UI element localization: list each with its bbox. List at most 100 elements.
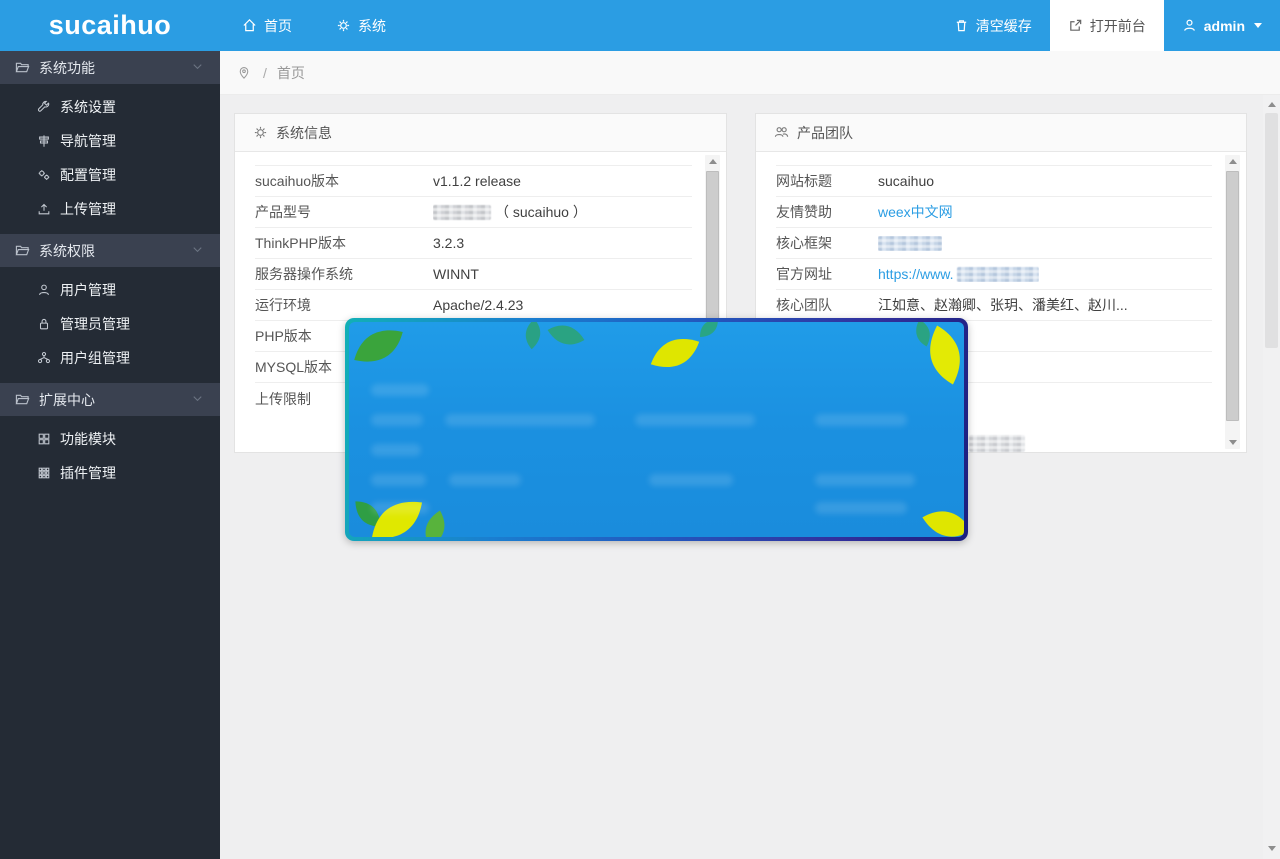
chevron-down-icon	[190, 391, 205, 409]
redacted-value	[957, 267, 1039, 282]
sidebar-group-extension-center: 功能模块 插件管理	[0, 416, 220, 498]
chevron-down-icon	[190, 59, 205, 77]
scroll-down-arrow[interactable]	[1263, 841, 1280, 856]
official-site-link[interactable]: https://www.	[878, 266, 1039, 282]
table-row: sucaihuo版本 v1.1.2 release	[255, 166, 692, 197]
blurred-content-blob	[815, 474, 915, 486]
sidebar-item-config-management[interactable]: 配置管理	[0, 158, 220, 192]
table-row: 官方网址 https://www.	[776, 259, 1212, 290]
blurred-popup-overlay[interactable]	[345, 318, 968, 541]
sidebar-item-nav-management[interactable]: 导航管理	[0, 124, 220, 158]
topbar: sucaihuo 首页 系统 清空缓存 打开前台 admin	[0, 0, 1280, 51]
sidebar-section-system-permissions[interactable]: 系统权限	[0, 234, 220, 267]
clear-cache-button[interactable]: 清空缓存	[936, 0, 1050, 51]
page-scrollbar[interactable]	[1263, 95, 1280, 859]
blurred-content-blob	[635, 414, 755, 426]
sponsor-link[interactable]: weex中文网	[878, 202, 953, 222]
folder-icon	[15, 243, 30, 258]
row-value: v1.1.2 release	[433, 173, 521, 189]
sidebar-item-label: 用户组管理	[60, 348, 130, 368]
scroll-up-arrow[interactable]	[705, 155, 720, 168]
sidebar-item-usergroup-management[interactable]: 用户组管理	[0, 341, 220, 375]
sidebar-section-label: 系统权限	[39, 241, 95, 261]
scroll-up-arrow[interactable]	[1263, 97, 1280, 112]
trash-icon	[954, 18, 969, 33]
sidebar-item-label: 导航管理	[60, 131, 116, 151]
blurred-content-blob	[445, 414, 595, 426]
main-content: 系统信息 sucaihuo版本 v1.1.2 release 产品型号 （ su…	[220, 95, 1280, 859]
blurred-content-blob	[371, 502, 429, 514]
row-label: 核心团队	[776, 295, 878, 315]
sidebar-item-label: 功能模块	[60, 429, 116, 449]
sidebar-section-extension-center[interactable]: 扩展中心	[0, 383, 220, 416]
row-label: sucaihuo版本	[255, 171, 433, 191]
sidebar-item-label: 系统设置	[60, 97, 116, 117]
user-menu[interactable]: admin	[1164, 0, 1280, 51]
nav-system-label: 系统	[358, 16, 386, 36]
blurred-content-blob	[371, 474, 426, 486]
chevron-down-icon	[190, 242, 205, 260]
caret-down-icon	[1254, 23, 1262, 28]
wrench-icon	[37, 100, 51, 114]
blurred-content-blob	[371, 384, 429, 396]
row-value-suffix: （ sucaihuo ）	[495, 202, 587, 222]
redacted-value	[433, 205, 491, 220]
sidebar-item-function-modules[interactable]: 功能模块	[0, 422, 220, 456]
top-navigation: 首页 系统	[220, 0, 408, 51]
blurred-content-blob	[371, 414, 423, 426]
leaf-decoration	[349, 322, 411, 374]
nav-system[interactable]: 系统	[314, 0, 408, 51]
blurred-popup-content	[349, 322, 964, 537]
scroll-down-arrow[interactable]	[1225, 436, 1240, 449]
gears-icon	[37, 168, 51, 182]
row-value: 3.2.3	[433, 235, 464, 251]
sidebar-group-system-permissions: 用户管理 管理员管理 用户组管理	[0, 267, 220, 383]
panel-scrollbar[interactable]	[1225, 155, 1240, 449]
row-value: sucaihuo	[878, 173, 934, 189]
breadcrumb-separator: /	[263, 65, 267, 81]
row-label: 产品型号	[255, 202, 433, 222]
sidebar-section-system-functions[interactable]: 系统功能	[0, 51, 220, 84]
scroll-up-arrow[interactable]	[1225, 155, 1240, 168]
row-label: 网站标题	[776, 171, 878, 191]
breadcrumb-current[interactable]: 首页	[277, 63, 305, 83]
blurred-content-blob	[449, 474, 521, 486]
sidebar-item-upload-management[interactable]: 上传管理	[0, 192, 220, 226]
row-value: WINNT	[433, 266, 479, 282]
row-value: （ sucaihuo ）	[433, 202, 587, 222]
table-row: 核心团队 江如意、赵瀚卿、张玥、潘美红、赵川...	[776, 290, 1212, 321]
open-frontend-button[interactable]: 打开前台	[1050, 0, 1164, 51]
gear-icon	[336, 18, 351, 33]
scroll-thumb[interactable]	[1265, 113, 1278, 348]
system-info-header: 系统信息	[235, 114, 726, 152]
sidebar-item-label: 用户管理	[60, 280, 116, 300]
topbar-actions: 清空缓存 打开前台 admin	[936, 0, 1280, 51]
table-row: 核心框架	[776, 228, 1212, 259]
row-value: 江如意、赵瀚卿、张玥、潘美红、赵川...	[878, 295, 1128, 315]
table-row: ThinkPHP版本 3.2.3	[255, 228, 692, 259]
sidebar-item-admin-management[interactable]: 管理员管理	[0, 307, 220, 341]
nav-home-label: 首页	[264, 16, 292, 36]
logo[interactable]: sucaihuo	[0, 0, 220, 51]
redacted-value	[969, 435, 1025, 452]
sidebar: 系统功能 系统设置 导航管理 配置管理 上传管理 系统权限	[0, 51, 220, 859]
sidebar-item-label: 上传管理	[60, 199, 116, 219]
user-icon	[1182, 18, 1197, 33]
folder-icon	[15, 60, 30, 75]
sidebar-item-system-settings[interactable]: 系统设置	[0, 90, 220, 124]
row-label: 运行环境	[255, 295, 433, 315]
sidebar-item-user-management[interactable]: 用户管理	[0, 273, 220, 307]
sidebar-group-system-functions: 系统设置 导航管理 配置管理 上传管理	[0, 84, 220, 234]
user-icon	[37, 283, 51, 297]
scroll-thumb[interactable]	[1226, 171, 1239, 421]
th-icon	[37, 466, 51, 480]
official-site-url[interactable]: https://www.	[878, 266, 953, 282]
sidebar-item-plugin-management[interactable]: 插件管理	[0, 456, 220, 490]
table-row: 服务器操作系统 WINNT	[255, 259, 692, 290]
app-screen: sucaihuo 首页 系统 清空缓存 打开前台 admin	[0, 0, 1280, 859]
breadcrumb: / 首页	[220, 51, 1280, 95]
leaf-decoration	[544, 322, 589, 359]
nav-home[interactable]: 首页	[220, 0, 314, 51]
clear-cache-label: 清空缓存	[976, 16, 1032, 36]
redacted-value	[878, 236, 942, 251]
